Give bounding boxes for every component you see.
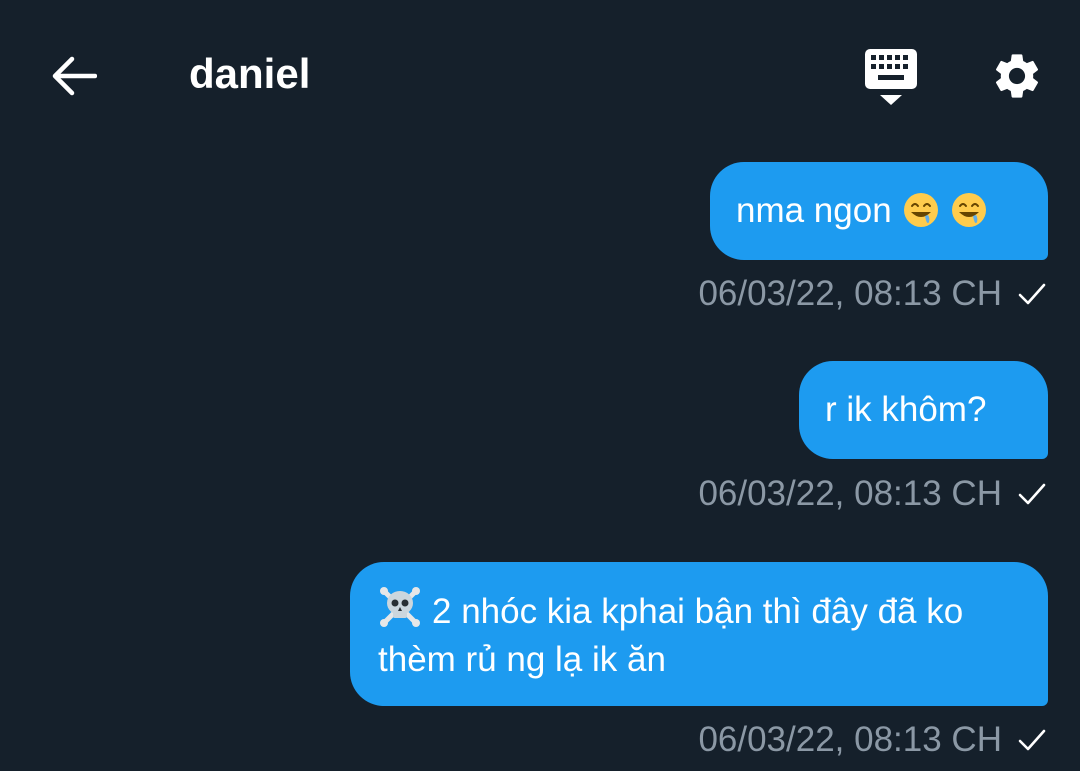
message-bubble[interactable]: r ik khôm? (799, 361, 1048, 459)
arrow-left-icon (52, 56, 97, 96)
message-meta: 06/03/22, 08:13 CH (698, 270, 1048, 318)
drooling-face-emoji-icon (952, 193, 987, 227)
dm-conversation-screen: daniel nma ngon 06/03/22, 08:13 CH r ik … (0, 0, 1080, 771)
message-text: nma ngon (736, 191, 892, 230)
message-text: r ik khôm? (825, 390, 987, 429)
message-timestamp: 06/03/22, 08:13 CH (698, 474, 1002, 513)
message-bubble[interactable]: 2 nhóc kia kphai bận thì đây đã ko thèm … (350, 562, 1048, 706)
message-text: 2 nhóc kia kphai bận thì đây đã ko thèm … (378, 592, 964, 679)
message-bubble[interactable]: nma ngon (710, 162, 1048, 260)
back-button[interactable] (42, 44, 106, 108)
message-meta: 06/03/22, 08:13 CH (698, 716, 1048, 764)
gear-icon (995, 54, 1039, 98)
check-icon (1018, 283, 1046, 305)
message-meta: 06/03/22, 08:13 CH (698, 470, 1048, 518)
conversation-title[interactable]: daniel (189, 48, 310, 100)
keyboard-icon (865, 49, 917, 105)
check-icon (1018, 729, 1046, 751)
message-timestamp: 06/03/22, 08:13 CH (698, 274, 1002, 313)
check-icon (1018, 483, 1046, 505)
skull-crossbones-emoji-icon (380, 587, 420, 627)
settings-button[interactable] (983, 42, 1051, 110)
drooling-face-emoji-icon (904, 193, 939, 227)
conversation-header: daniel (0, 0, 1080, 150)
message-timestamp: 06/03/22, 08:13 CH (698, 720, 1002, 759)
keyboard-toggle-button[interactable] (857, 42, 925, 110)
